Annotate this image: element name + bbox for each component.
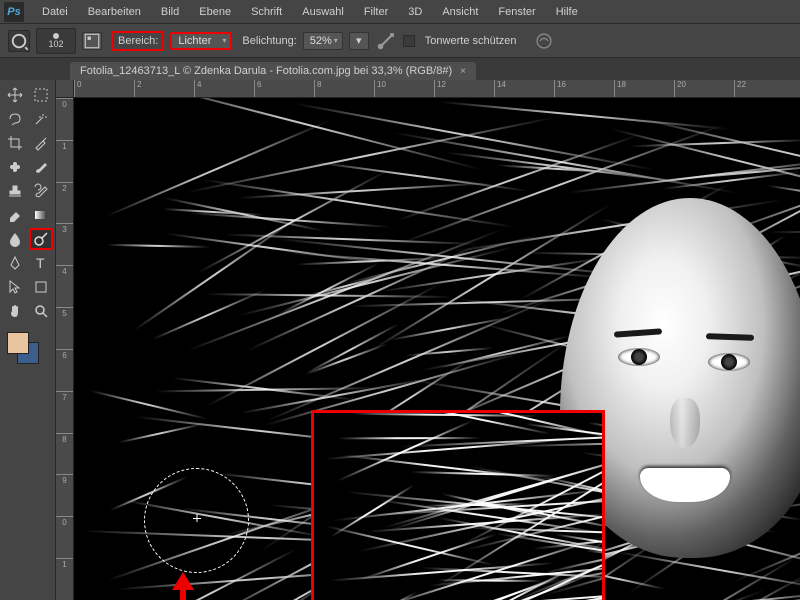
svg-text:T: T (36, 255, 45, 271)
exposure-value[interactable]: 52% (303, 32, 343, 50)
tab-bar: Fotolia_12463713_L © Zdenka Darula - Fot… (0, 58, 800, 80)
tool-brush[interactable] (29, 156, 53, 178)
document-tab-title: Fotolia_12463713_L © Zdenka Darula - Fot… (80, 65, 452, 77)
tool-blur[interactable] (3, 228, 27, 250)
tool-path-select[interactable] (3, 276, 27, 298)
menu-filter[interactable]: Filter (354, 3, 398, 21)
canvas-area: 0246810121416182022 012345678901 (56, 80, 800, 600)
tool-pen[interactable] (3, 252, 27, 274)
range-select[interactable]: Lichter (170, 32, 232, 50)
protect-tones-label: Tonwerte schützen (425, 35, 517, 47)
ruler-vertical[interactable]: 012345678901 (56, 98, 74, 600)
range-label: Bereich: (112, 31, 164, 51)
brush-cursor (144, 468, 249, 573)
tool-stamp[interactable] (3, 180, 27, 202)
tool-crop[interactable] (3, 132, 27, 154)
app-logo: Ps (4, 2, 24, 22)
inset-after (311, 410, 605, 600)
tool-gradient[interactable] (29, 204, 53, 226)
tool-eraser[interactable] (3, 204, 27, 226)
tool-type[interactable]: T (29, 252, 53, 274)
tool-eyedropper[interactable] (29, 132, 53, 154)
close-tab-icon[interactable]: × (460, 66, 466, 77)
menu-type[interactable]: Schrift (241, 3, 292, 21)
tool-preset-icon[interactable] (8, 30, 30, 52)
menu-view[interactable]: Ansicht (432, 3, 488, 21)
brush-size-preview[interactable]: 102 (36, 28, 76, 54)
airbrush-icon[interactable] (375, 30, 397, 52)
menu-edit[interactable]: Bearbeiten (78, 3, 151, 21)
tool-hand[interactable] (3, 300, 27, 322)
menu-file[interactable]: Datei (32, 3, 78, 21)
tool-dodge[interactable] (29, 228, 53, 250)
color-swatches[interactable] (3, 332, 53, 372)
tool-wand[interactable] (29, 108, 53, 130)
menu-bar: Ps Datei Bearbeiten Bild Ebene Schrift A… (0, 0, 800, 24)
tool-heal[interactable] (3, 156, 27, 178)
annotation-arrow (180, 588, 186, 600)
brush-size-value: 102 (48, 39, 63, 49)
pressure-icon[interactable] (533, 30, 555, 52)
protect-tones-checkbox[interactable] (403, 35, 415, 47)
tool-shape[interactable] (29, 276, 53, 298)
tool-move[interactable] (3, 84, 27, 106)
ruler-origin[interactable] (56, 80, 74, 98)
tool-history-brush[interactable] (29, 180, 53, 202)
brush-panel-toggle[interactable] (82, 32, 102, 50)
document-canvas[interactable]: vorher nachher (74, 98, 800, 600)
exposure-dropdown[interactable]: ▾ (349, 32, 369, 50)
menu-select[interactable]: Auswahl (292, 3, 354, 21)
ruler-horizontal[interactable]: 0246810121416182022 (74, 80, 800, 98)
document-tab[interactable]: Fotolia_12463713_L © Zdenka Darula - Fot… (70, 62, 476, 80)
menu-image[interactable]: Bild (151, 3, 189, 21)
workspace: T 0246810121416182022 012345678901 (0, 80, 800, 600)
tool-marquee[interactable] (29, 84, 53, 106)
exposure-label: Belichtung: (242, 35, 296, 47)
tool-zoom[interactable] (29, 300, 53, 322)
fg-color-swatch[interactable] (7, 332, 29, 354)
menu-help[interactable]: Hilfe (546, 3, 588, 21)
tool-lasso[interactable] (3, 108, 27, 130)
options-bar: 102 Bereich: Lichter Belichtung: 52% ▾ T… (0, 24, 800, 58)
menu-window[interactable]: Fenster (488, 3, 545, 21)
menu-layer[interactable]: Ebene (189, 3, 241, 21)
menu-3d[interactable]: 3D (398, 3, 432, 21)
tool-panel: T (0, 80, 56, 600)
